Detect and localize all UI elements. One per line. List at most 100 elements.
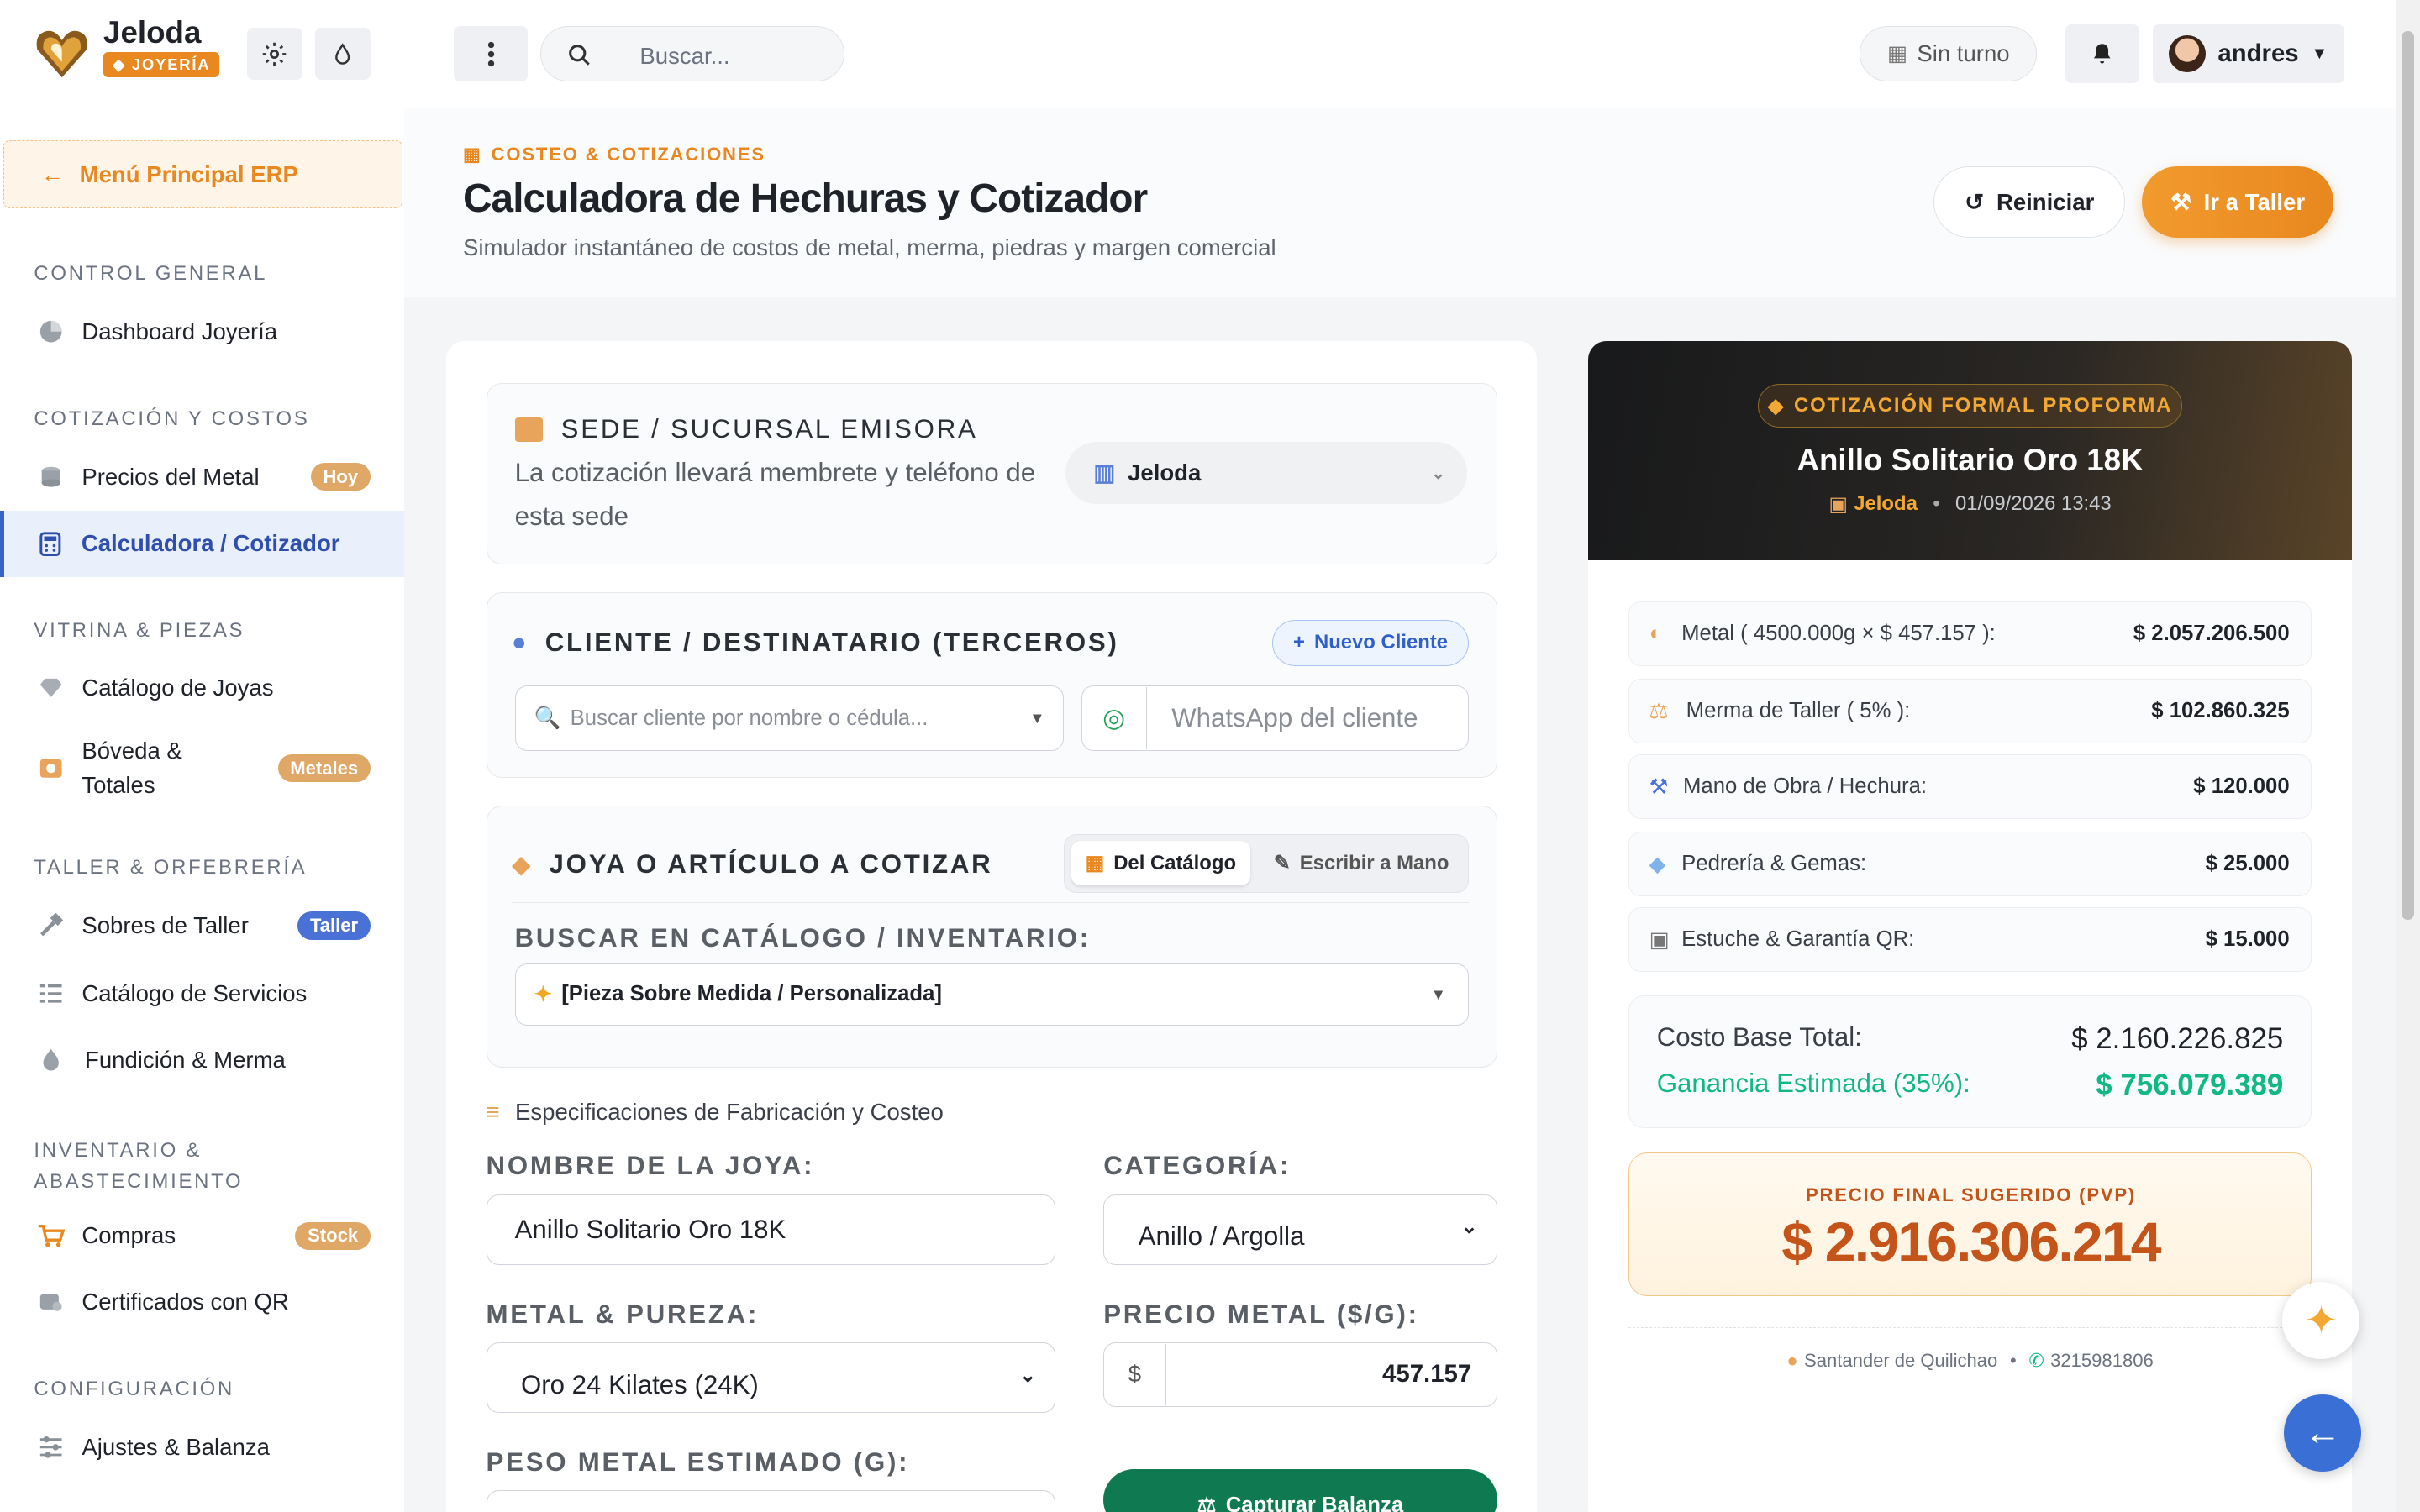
- settings-button[interactable]: [246, 28, 302, 81]
- caret-down-icon: ▼: [1029, 709, 1045, 727]
- diamond-icon: [37, 675, 65, 702]
- pen-icon: ✎: [1273, 852, 1291, 875]
- sliders-icon: [37, 1433, 65, 1461]
- eyebrow-text: COSTEO & COTIZACIONES: [491, 143, 765, 165]
- go-to-workshop-button[interactable]: ⚒ Ir a Taller: [2142, 166, 2334, 238]
- badge-metales: Metales: [277, 754, 371, 783]
- notifications-button[interactable]: [2065, 24, 2139, 84]
- sidebar-item-purchases[interactable]: Compras Stock: [0, 1213, 404, 1259]
- sidebar-item-label: Fundición & Merma: [85, 1046, 286, 1073]
- scrollbar[interactable]: [2395, 0, 2420, 1512]
- category-select[interactable]: Anillo / Argolla ⌄: [1103, 1194, 1497, 1266]
- metal-price-input[interactable]: $ 457.157: [1103, 1341, 1497, 1408]
- jewel-section: ◆ JOYA O ARTÍCULO A COTIZAR ▦ Del Catálo…: [486, 805, 1497, 1068]
- totals-box: Costo Base Total: $ 2.160.226.825 Gananc…: [1628, 995, 2312, 1128]
- sidebar-item-foundry[interactable]: Fundición & Merma: [0, 1037, 404, 1083]
- catalog-select[interactable]: ✦ [Pieza Sobre Medida / Personalizada] ▼: [514, 963, 1469, 1026]
- scrollbar-thumb[interactable]: [2401, 30, 2414, 920]
- footer-location: Santander de Quilichao: [1804, 1350, 1998, 1372]
- section-inventario: INVENTARIO & ABASTECIMIENTO: [34, 1138, 244, 1193]
- workshop-label: Ir a Taller: [2203, 188, 2306, 215]
- ai-assistant-button[interactable]: ✦: [2282, 1282, 2360, 1360]
- line-gems: ◆ Pedrería & Gemas: $ 25.000: [1628, 831, 2312, 897]
- quote-badge: ◆ COTIZACIÓN FORMAL PROFORMA: [1758, 384, 2183, 428]
- section-configuracion: CONFIGURACIÓN: [34, 1378, 235, 1401]
- sidebar-item-calculator[interactable]: Calculadora / Cotizador: [0, 510, 405, 577]
- sidebar-item-services-catalog[interactable]: Catálogo de Servicios: [0, 970, 404, 1016]
- quote-meta: ▣ Jeloda • 01/09/2026 13:43: [1588, 492, 2352, 517]
- line-value: $ 2.057.206.500: [2133, 622, 2290, 646]
- shift-text: Sin turno: [1917, 40, 2010, 67]
- jewel-name-label: NOMBRE DE LA JOYA:: [486, 1151, 815, 1181]
- cart-icon: [37, 1222, 66, 1250]
- more-menu-button[interactable]: [453, 26, 529, 82]
- search-icon: 🔍: [534, 706, 561, 731]
- client-search-select[interactable]: 🔍 Buscar cliente por nombre o cédula... …: [514, 685, 1065, 751]
- coins-icon: ◐: [1649, 622, 1663, 646]
- sidebar-item-qr-certificates[interactable]: Certificados con QR: [0, 1279, 404, 1326]
- branch-section: SEDE / SUCURSAL EMISORA La cotización ll…: [486, 382, 1497, 565]
- reset-label: Reiniciar: [1996, 188, 2095, 215]
- weight-input[interactable]: [486, 1490, 1056, 1512]
- shift-status[interactable]: ▦ Sin turno: [1860, 26, 2038, 82]
- collapse-button[interactable]: ←: [2284, 1394, 2362, 1473]
- whatsapp-input[interactable]: ◎ WhatsApp del cliente: [1081, 685, 1469, 751]
- section-cotizacion: COTIZACIÓN Y COSTOS: [34, 407, 310, 430]
- gear-icon: [263, 42, 287, 66]
- caret-down-icon: ▼: [1430, 984, 1446, 1003]
- bell-icon: [2093, 44, 2111, 64]
- sidebar-item-workshop-envelopes[interactable]: Sobres de Taller Taller: [0, 902, 404, 948]
- branch-select[interactable]: ▥ Jeloda ⌄: [1065, 442, 1467, 504]
- divider: [511, 901, 1469, 903]
- sidebar-item-label: Catálogo de Servicios: [82, 979, 308, 1006]
- capture-scale-button[interactable]: ⚖ Capturar Balanza: [1103, 1468, 1497, 1512]
- metal-purity-select[interactable]: Oro 24 Kilates (24K) ⌄: [486, 1341, 1056, 1414]
- whatsapp-placeholder: WhatsApp del cliente: [1171, 703, 1418, 733]
- page-header: ▦ COSTEO & COTIZACIONES Calculadora de H…: [404, 108, 2396, 298]
- tab-catalog[interactable]: ▦ Del Catálogo: [1071, 841, 1250, 886]
- line-case: ▣ Estuche & Garantía QR: $ 15.000: [1628, 906, 2312, 973]
- jeloda-logo: [36, 30, 87, 77]
- badge-stock: Stock: [295, 1221, 371, 1250]
- line-value: $ 15.000: [2205, 927, 2290, 952]
- store-icon: ▣: [1828, 492, 1848, 516]
- badge-hoy: Hoy: [310, 462, 371, 491]
- fire-icon: [37, 1046, 65, 1074]
- sidebar-item-metal-prices[interactable]: Precios del Metal Hoy: [0, 454, 404, 500]
- sidebar-item-label: Ajustes & Balanza: [82, 1433, 270, 1460]
- sidebar-item-label: Certificados con QR: [82, 1289, 289, 1315]
- tab-manual[interactable]: ✎ Escribir a Mano: [1265, 841, 1457, 885]
- sidebar-item-settings[interactable]: Ajustes & Balanza: [0, 1424, 404, 1470]
- map-pin-icon: ●: [1786, 1350, 1798, 1372]
- catalog-search-label: BUSCAR EN CATÁLOGO / INVENTARIO:: [514, 923, 1091, 953]
- sidebar-item-dashboard[interactable]: Dashboard Joyería: [0, 308, 404, 354]
- back-to-erp-button[interactable]: ← Menú Principal ERP: [3, 140, 403, 208]
- sidebar-item-label: Compras: [82, 1222, 176, 1249]
- client-placeholder: Buscar cliente por nombre o cédula...: [570, 706, 929, 730]
- metal-value: Oro 24 Kilates (24K): [520, 1369, 759, 1399]
- user-icon: ●: [511, 627, 527, 656]
- line-metal: ◐ Metal ( 4500.000g × $ 457.157 ): $ 2.0…: [1628, 601, 2312, 667]
- section-control-general: CONTROL GENERAL: [34, 262, 268, 286]
- jewel-name-input[interactable]: Anillo Solitario Oro 18K: [486, 1194, 1056, 1266]
- category-value: Anillo / Argolla: [1138, 1221, 1305, 1252]
- specs-title: Especificaciones de Fabricación y Costeo: [514, 1098, 944, 1125]
- client-title: CLIENTE / DESTINATARIO (TERCEROS): [544, 627, 1119, 657]
- reset-button[interactable]: ↺ Reiniciar: [1933, 166, 2126, 238]
- top-bar: Jeloda ◆ JOYERÍA Buscar... ▦ Sin turno a…: [0, 0, 2420, 108]
- gem-icon: ◆: [1767, 394, 1785, 417]
- quote-title: Anillo Solitario Oro 18K: [1797, 443, 2144, 478]
- base-cost-value: $ 2.160.226.825: [2071, 1021, 2284, 1055]
- theme-button[interactable]: [314, 28, 371, 81]
- chevron-down-icon: ⌄: [1019, 1363, 1037, 1387]
- sidebar-item-jewel-catalog[interactable]: Catálogo de Joyas: [0, 665, 404, 711]
- sidebar-item-vault[interactable]: Bóveda & Totales Metales: [0, 734, 404, 802]
- arrow-left-icon: ←: [2304, 1412, 2342, 1454]
- new-client-button[interactable]: + Nuevo Cliente: [1272, 619, 1469, 666]
- user-menu[interactable]: andres ▼: [2153, 24, 2344, 84]
- global-search[interactable]: Buscar...: [539, 26, 844, 82]
- search-input[interactable]: Buscar...: [639, 43, 729, 70]
- search-icon: [569, 44, 590, 66]
- metal-price-value: 457.157: [1382, 1360, 1472, 1389]
- hammer-icon: ⚒: [1649, 774, 1669, 799]
